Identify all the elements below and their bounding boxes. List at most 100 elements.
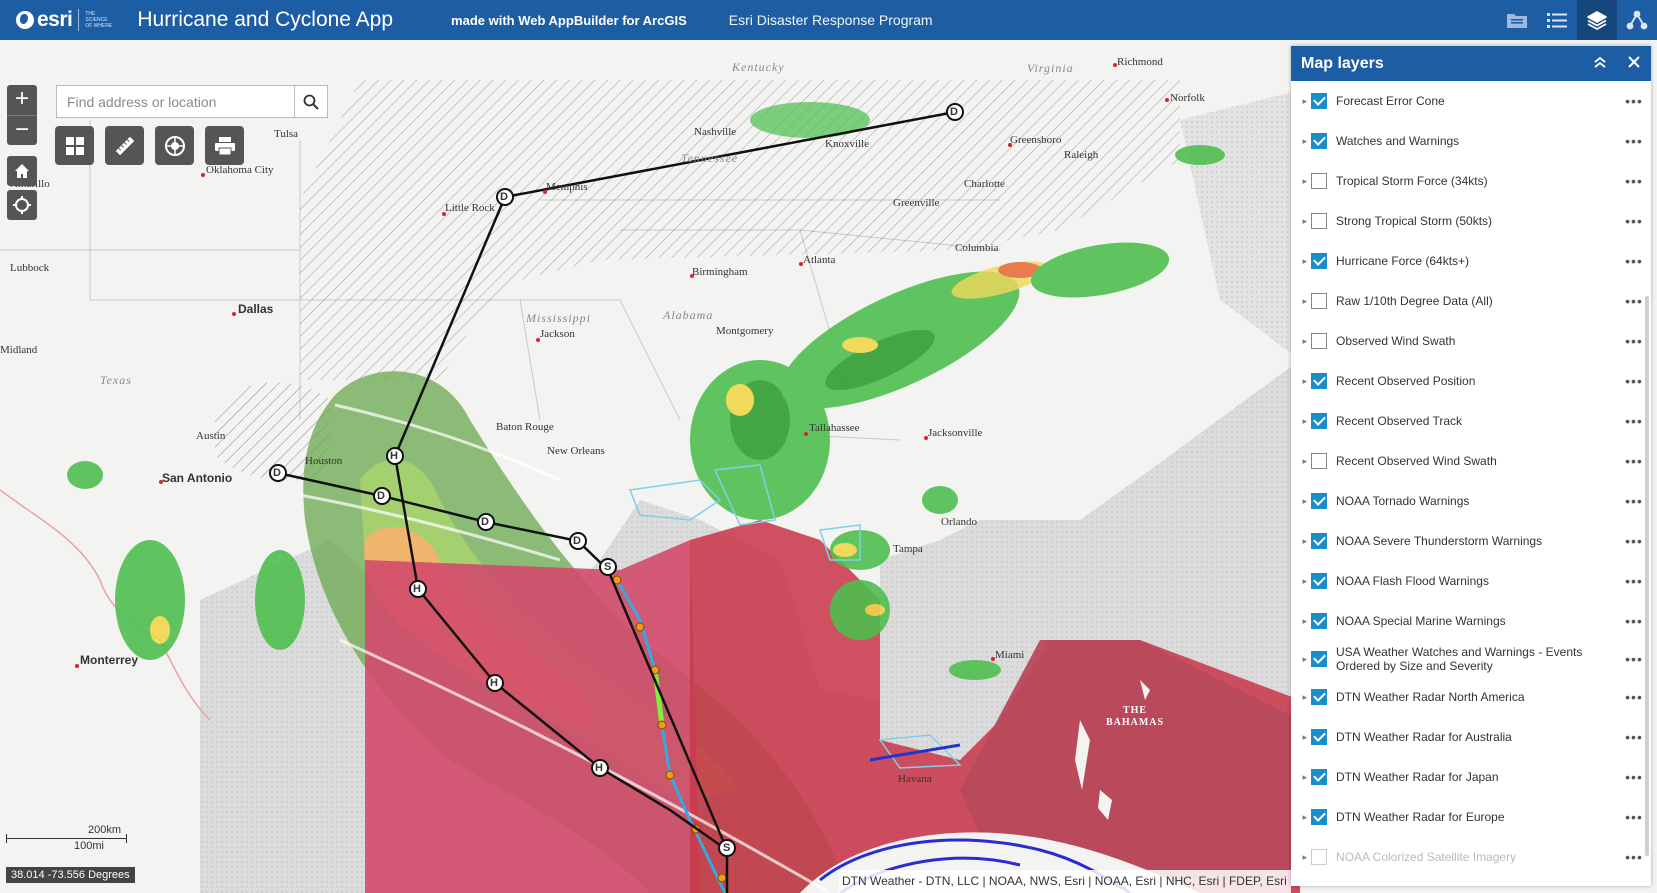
expand-caret-icon[interactable]: ▸ [1291, 296, 1311, 307]
city-marker [924, 436, 928, 440]
city-label: Norfolk [1170, 92, 1205, 104]
expand-caret-icon[interactable]: ▸ [1291, 96, 1311, 107]
layer-item[interactable]: ▸ Raw 1/10th Degree Data (All) ••• [1291, 281, 1651, 321]
layer-name: Raw 1/10th Degree Data (All) [1336, 294, 1493, 308]
expand-caret-icon[interactable]: ▸ [1291, 496, 1311, 507]
close-icon[interactable] [1617, 55, 1651, 72]
expand-caret-icon[interactable]: ▸ [1291, 256, 1311, 267]
layer-item[interactable]: ▸ Tropical Storm Force (34kts) ••• [1291, 161, 1651, 201]
layer-item[interactable]: ▸ NOAA Tornado Warnings ••• [1291, 481, 1651, 521]
layer-item[interactable]: ▸ NOAA Colorized Satellite Imagery ••• [1291, 837, 1651, 877]
layer-checkbox[interactable] [1311, 413, 1327, 429]
folder-icon[interactable] [1497, 0, 1537, 40]
layer-checkbox[interactable] [1311, 333, 1327, 349]
expand-caret-icon[interactable]: ▸ [1291, 176, 1311, 187]
expand-caret-icon[interactable]: ▸ [1291, 456, 1311, 467]
city-label: Baton Rouge [496, 421, 554, 433]
more-options-icon[interactable]: ••• [1617, 213, 1651, 229]
expand-caret-icon[interactable]: ▸ [1291, 136, 1311, 147]
share-icon[interactable] [1617, 0, 1657, 40]
zoom-out-button[interactable]: − [7, 115, 37, 145]
expand-caret-icon[interactable]: ▸ [1291, 576, 1311, 587]
city-label: Orlando [941, 516, 978, 528]
layer-checkbox[interactable] [1311, 173, 1327, 189]
track-point-label: H [413, 583, 421, 595]
layer-item[interactable]: ▸ USA Weather Watches and Warnings - Even… [1291, 641, 1651, 677]
expand-caret-icon[interactable]: ▸ [1291, 416, 1311, 427]
expand-caret-icon[interactable]: ▸ [1291, 376, 1311, 387]
panel-scrollbar[interactable] [1645, 296, 1649, 856]
layer-checkbox[interactable] [1311, 133, 1327, 149]
layer-item[interactable]: ▸ NOAA Flash Flood Warnings ••• [1291, 561, 1651, 601]
city-label: Atlanta [803, 254, 836, 266]
layer-item[interactable]: ▸ NOAA Special Marine Warnings ••• [1291, 601, 1651, 641]
expand-caret-icon[interactable]: ▸ [1291, 732, 1311, 743]
layer-item[interactable]: ▸ Observed Wind Swath ••• [1291, 321, 1651, 361]
layer-item[interactable]: ▸ Recent Observed Wind Swath ••• [1291, 441, 1651, 481]
search-icon[interactable] [294, 86, 327, 117]
layer-checkbox[interactable] [1311, 769, 1327, 785]
layer-checkbox[interactable] [1311, 533, 1327, 549]
expand-caret-icon[interactable]: ▸ [1291, 772, 1311, 783]
layer-checkbox[interactable] [1311, 493, 1327, 509]
map-attribution[interactable]: DTN Weather - DTN, LLC | NOAA, NWS, Esri… [839, 870, 1291, 893]
city-marker [1165, 98, 1169, 102]
layers-icon[interactable] [1577, 0, 1617, 40]
layer-item[interactable]: ▸ DTN Weather Radar for Australia ••• [1291, 717, 1651, 757]
more-options-icon[interactable]: ••• [1617, 133, 1651, 149]
measure-icon[interactable] [105, 126, 144, 165]
search-input[interactable] [57, 86, 295, 117]
state-label: Kentucky [732, 60, 785, 74]
layer-item[interactable]: ▸ Forecast Error Cone ••• [1291, 81, 1651, 121]
more-options-icon[interactable]: ••• [1617, 173, 1651, 189]
layer-checkbox[interactable] [1311, 213, 1327, 229]
expand-caret-icon[interactable]: ▸ [1291, 852, 1311, 863]
layer-item[interactable]: ▸ Strong Tropical Storm (50kts) ••• [1291, 201, 1651, 241]
track-point-label: S [723, 842, 731, 854]
layer-item[interactable]: ▸ DTN Weather Radar for Europe ••• [1291, 797, 1651, 837]
layer-item[interactable]: ▸ Recent Observed Position ••• [1291, 361, 1651, 401]
layer-checkbox[interactable] [1311, 809, 1327, 825]
layer-item[interactable]: ▸ NOAA Severe Thunderstorm Warnings ••• [1291, 521, 1651, 561]
expand-caret-icon[interactable]: ▸ [1291, 536, 1311, 547]
expand-caret-icon[interactable]: ▸ [1291, 654, 1311, 665]
layer-checkbox[interactable] [1311, 573, 1327, 589]
layer-checkbox[interactable] [1311, 253, 1327, 269]
expand-caret-icon[interactable]: ▸ [1291, 692, 1311, 703]
layer-checkbox[interactable] [1311, 849, 1327, 865]
layer-checkbox[interactable] [1311, 613, 1327, 629]
city-marker [690, 274, 694, 278]
layer-item[interactable]: ▸ DTN Weather Radar North America ••• [1291, 677, 1651, 717]
layer-item[interactable]: ▸ Hurricane Force (64kts+) ••• [1291, 241, 1651, 281]
legend-list-icon[interactable] [1537, 0, 1577, 40]
more-options-icon[interactable]: ••• [1617, 253, 1651, 269]
more-options-icon[interactable]: ••• [1617, 93, 1651, 109]
layer-item[interactable]: ▸ Recent Observed Track ••• [1291, 401, 1651, 441]
layer-checkbox[interactable] [1311, 689, 1327, 705]
expand-caret-icon[interactable]: ▸ [1291, 812, 1311, 823]
layer-checkbox[interactable] [1311, 373, 1327, 389]
layer-checkbox[interactable] [1311, 93, 1327, 109]
city-label: Montgomery [716, 325, 774, 337]
layer-name: DTN Weather Radar for Australia [1336, 730, 1512, 744]
expand-caret-icon[interactable]: ▸ [1291, 616, 1311, 627]
layer-item[interactable]: ▸ Watches and Warnings ••• [1291, 121, 1651, 161]
zoom-in-button[interactable]: + [7, 85, 37, 115]
app-subtitle: made with Web AppBuilder for ArcGIS [451, 12, 687, 28]
city-label: Lubbock [10, 262, 50, 274]
expand-caret-icon[interactable]: ▸ [1291, 336, 1311, 347]
bookmark-icon[interactable] [155, 126, 194, 165]
layer-checkbox[interactable] [1311, 293, 1327, 309]
home-icon[interactable] [7, 156, 37, 186]
layer-checkbox[interactable] [1311, 453, 1327, 469]
collapse-icon[interactable] [1583, 55, 1617, 72]
city-marker [799, 262, 803, 266]
city-label: Birmingham [692, 266, 748, 278]
locate-icon[interactable] [7, 190, 37, 220]
basemap-gallery-icon[interactable] [55, 126, 94, 165]
print-icon[interactable] [205, 126, 244, 165]
layer-checkbox[interactable] [1311, 729, 1327, 745]
expand-caret-icon[interactable]: ▸ [1291, 216, 1311, 227]
layer-checkbox[interactable] [1311, 651, 1327, 667]
layer-item[interactable]: ▸ DTN Weather Radar for Japan ••• [1291, 757, 1651, 797]
